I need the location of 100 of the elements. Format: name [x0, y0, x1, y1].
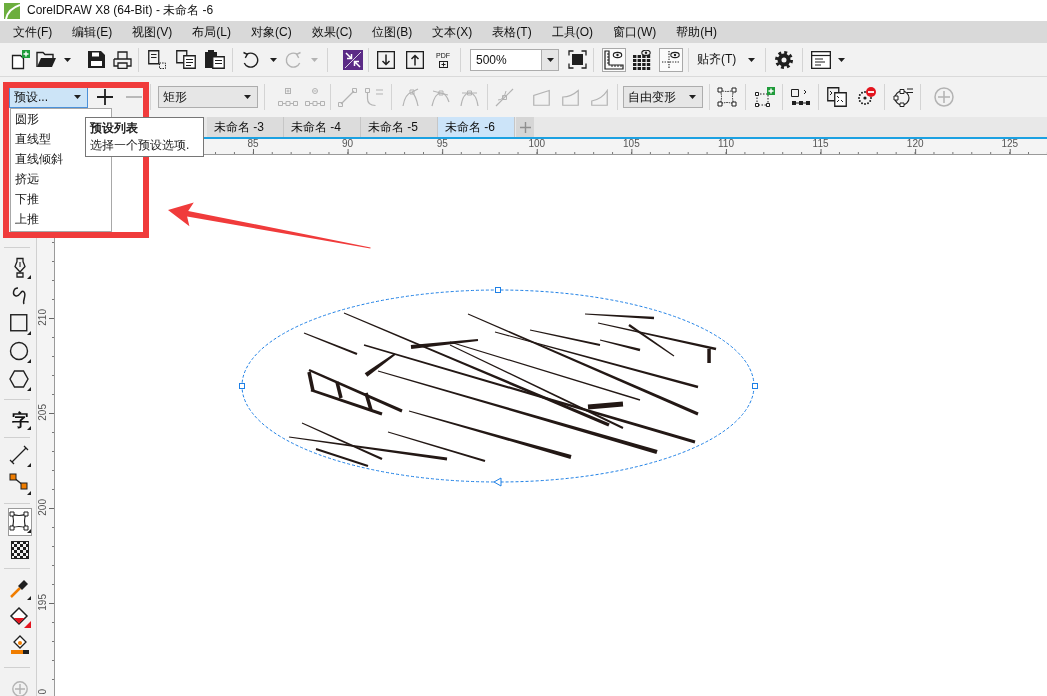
- printer-icon: [112, 50, 132, 69]
- dropdown-button[interactable]: [542, 48, 559, 71]
- menu-item[interactable]: 表格(T): [492, 23, 532, 41]
- envelope-tool-button[interactable]: [8, 508, 32, 536]
- menu-item[interactable]: 文件(F): [13, 23, 53, 41]
- caret-icon: [689, 95, 696, 99]
- caret-icon: [269, 57, 277, 62]
- eyedropper-icon: [9, 578, 31, 600]
- minus-icon: [126, 96, 142, 98]
- ruler-label: 110: [717, 139, 735, 149]
- plus-icon: [97, 89, 113, 105]
- preset-dropdown[interactable]: 预设...: [9, 86, 88, 108]
- envelope-button[interactable]: [714, 84, 740, 110]
- curve-icon: [11, 286, 29, 306]
- add-envelope-button[interactable]: [752, 84, 778, 110]
- menu-item[interactable]: 文本(X): [432, 23, 473, 41]
- dotted-cross-eye-icon: [661, 49, 681, 70]
- menu-item[interactable]: 工具(O): [551, 23, 593, 41]
- document-tab[interactable]: 未命名 -4: [284, 117, 361, 137]
- ruler-label: 210: [38, 309, 48, 326]
- node-handle[interactable]: [493, 477, 502, 487]
- redo-icon: [284, 50, 302, 69]
- fullscreen-icon: [567, 50, 587, 69]
- diagonal-node-icon: [495, 87, 514, 107]
- ruler-label: 100: [527, 139, 547, 149]
- logo-icon: [4, 2, 20, 19]
- connector-tool-button[interactable]: [8, 470, 32, 498]
- menu-item[interactable]: 视图(V): [132, 23, 173, 41]
- mode-dropdown[interactable]: 自由变形: [623, 86, 703, 108]
- settings-icon: [774, 49, 794, 70]
- caret-icon: [747, 57, 755, 62]
- menu-item[interactable]: 窗口(W): [613, 23, 657, 41]
- new-document-icon: [10, 49, 30, 70]
- flyout-arrow-icon: [27, 426, 31, 430]
- caret-icon: [546, 57, 554, 62]
- shape-dropdown[interactable]: 矩形: [158, 86, 258, 108]
- line-nodes-icon: [338, 87, 357, 107]
- zoom-field[interactable]: 500%: [470, 48, 542, 71]
- stacked-pages-icon: [175, 50, 196, 69]
- clipboard-icon: [204, 50, 225, 69]
- menu-item[interactable]: 编辑(E): [72, 23, 113, 41]
- caret-icon: [837, 57, 845, 62]
- window-icon: [811, 50, 831, 69]
- menu-item[interactable]: 效果(C): [311, 23, 353, 41]
- document-tab[interactable]: 未命名 -6: [438, 117, 515, 137]
- line-icon: [9, 445, 31, 467]
- node-handle[interactable]: [495, 287, 501, 293]
- ruler-label: 115: [811, 139, 830, 149]
- plus-circle-icon: [934, 87, 954, 107]
- sharp-curve-icon: [402, 87, 421, 107]
- ruler-label: 205: [38, 404, 48, 421]
- curved-trapezoid-icon: [591, 88, 608, 106]
- down-arrow-box-icon: [377, 50, 395, 69]
- plus-circle-icon: [12, 680, 28, 696]
- rulers-toggle[interactable]: [602, 47, 626, 72]
- ruler-label: 90: [341, 139, 355, 149]
- ruler-label: 120: [905, 139, 925, 149]
- caret-icon: [244, 95, 251, 99]
- ruler-label: 105: [622, 139, 641, 149]
- caret-icon: [310, 57, 318, 62]
- text-tool-button[interactable]: 字: [8, 406, 32, 434]
- diagonal-arrows-icon: [343, 49, 363, 70]
- two-pages-icon: [827, 87, 847, 107]
- preset-option[interactable]: 上推: [11, 209, 111, 229]
- hexagon-icon: [9, 369, 31, 391]
- document-tab[interactable]: 未命名 -5: [361, 117, 438, 137]
- save-icon: [87, 51, 105, 68]
- dashed-page-icon: [147, 50, 166, 69]
- dots-minus-icon: [856, 87, 876, 107]
- tooltip-title: 预设列表: [90, 120, 139, 137]
- square-nodes-icon: [791, 88, 811, 106]
- menu-item[interactable]: 布局(L): [192, 23, 231, 41]
- up-arrow-box-icon: [406, 50, 424, 69]
- caret-icon: [63, 57, 71, 62]
- rectangle-icon: [9, 313, 31, 335]
- plus-icon: [519, 121, 531, 133]
- preset-option[interactable]: 下推: [11, 189, 111, 209]
- ruler-label: 0: [38, 689, 48, 695]
- copy-envelope-button[interactable]: [824, 84, 850, 110]
- preset-option[interactable]: 挤远: [11, 169, 111, 189]
- node-minus-icon: [304, 88, 325, 106]
- node-handle[interactable]: [239, 383, 245, 389]
- curve-node-icon: [365, 87, 384, 107]
- menu-item[interactable]: 帮助(H): [676, 23, 717, 41]
- checkerboard-icon: [11, 541, 29, 559]
- arc-node-icon: [431, 87, 450, 107]
- connector-icon: [9, 473, 31, 495]
- menu-item[interactable]: 位图(B): [372, 23, 413, 41]
- node-plus-icon: [277, 88, 298, 106]
- ruler-label: 200: [38, 499, 48, 516]
- menu-item[interactable]: 对象(C): [251, 23, 292, 41]
- warped-square-icon: [717, 87, 737, 107]
- snap-button[interactable]: 贴齐(T): [696, 46, 742, 73]
- page-plus-icon: [438, 60, 448, 68]
- guidelines-toggle[interactable]: [659, 47, 683, 72]
- window-title: CorelDRAW X8 (64-Bit) - 未命名 -6: [27, 2, 214, 19]
- ruler-label: 125: [1000, 139, 1020, 149]
- undo-icon: [242, 50, 260, 69]
- document-tab[interactable]: 未命名 -3: [207, 117, 284, 137]
- node-handle[interactable]: [752, 383, 758, 389]
